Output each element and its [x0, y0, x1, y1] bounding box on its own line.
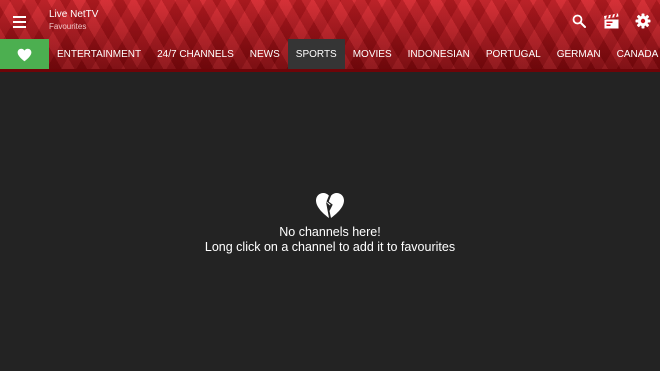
tab-portugal[interactable]: PORTUGAL [478, 39, 549, 70]
tab-indonesian[interactable]: INDONESIAN [400, 39, 478, 70]
category-tabs: ENTERTAINMENT 24/7 CHANNELS NEWS SPORTS … [0, 39, 660, 70]
tab-entertainment[interactable]: ENTERTAINMENT [49, 39, 149, 70]
top-actions [570, 12, 652, 30]
tab-canada[interactable]: CANADA [609, 39, 660, 70]
tab-favourites[interactable] [0, 39, 49, 70]
broken-heart-icon [316, 193, 344, 218]
empty-state-title: No channels here! [279, 225, 381, 239]
clapperboard-icon[interactable] [602, 12, 620, 30]
tab-sports[interactable]: SPORTS [287, 39, 345, 70]
tab-news[interactable]: NEWS [242, 39, 288, 70]
gear-icon[interactable] [634, 12, 652, 30]
app-subtitle: Favourites [49, 22, 87, 31]
search-icon[interactable] [570, 12, 588, 30]
empty-state-description: Long click on a channel to add it to fav… [204, 240, 456, 254]
hamburger-menu-icon[interactable] [10, 12, 30, 32]
empty-state: No channels here! Long click on a channe… [0, 192, 660, 255]
title-block: Live NetTV Favourites [49, 10, 98, 31]
tab-24-7-channels[interactable]: 24/7 CHANNELS [149, 39, 242, 70]
app-header: Live NetTV Favourites ENTERTAINMENT 24/7… [0, 0, 660, 72]
app-root: Live NetTV Favourites ENTERTAINMENT 24/7… [0, 0, 660, 371]
tab-movies[interactable]: MOVIES [345, 39, 400, 70]
heart-icon [17, 48, 32, 61]
tab-german[interactable]: GERMAN [549, 39, 609, 70]
app-title: Live NetTV [49, 9, 99, 20]
